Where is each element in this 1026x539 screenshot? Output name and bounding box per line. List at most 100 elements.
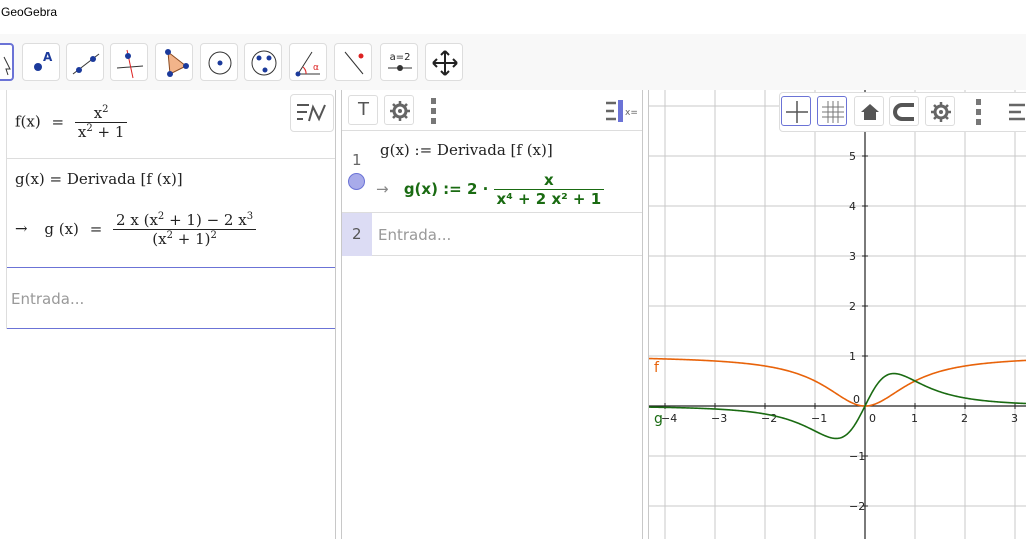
algebra-row1-input[interactable]: g(x) := Derivada [f (x)] [380,141,553,159]
cas-row-2[interactable]: g(x) = Derivada [f (x)] → g (x) = 2 x (x… [7,159,335,268]
cas-row2-eq: = [89,219,103,238]
point-tool-button[interactable]: A [22,43,60,81]
svg-text:α: α [313,63,319,73]
algebra-row-1[interactable]: 1 g(x) := Derivada [f (x)] → g(x) := 2 ·… [342,131,642,213]
y-tick-label: −2 [849,500,865,513]
cas-row2-den-sup: 2 [210,230,217,241]
cas-row2-input[interactable]: g(x) = Derivada [f (x)] [15,170,183,188]
cas-row2-num-a: 2 x [116,211,139,229]
cas-row2-num-b: (x [143,211,158,229]
y-tick-label: 3 [849,250,856,263]
cas-row2-arrow: → [15,219,28,238]
cas-row1-num-sup: 2 [102,104,109,115]
window-title: GeoGebra [1,5,58,19]
graphics-settings-button[interactable] [925,96,955,126]
algebra-settings-button[interactable] [384,95,414,125]
cas-row2-num-sup2: 2 [157,211,165,222]
y-tick-label: 4 [849,200,856,213]
perpendicular-line-tool-icon [116,49,144,79]
more-vertical-icon[interactable] [428,98,438,124]
point-capturing-button[interactable] [889,96,919,126]
cas-row2-lhs: g (x) [44,219,79,238]
move-tool-button[interactable] [0,43,14,81]
algebra-graph-divider[interactable] [642,90,643,539]
more-vertical-icon[interactable] [973,99,983,125]
move-graphics-view-tool-icon [432,50,458,76]
algebra-row1-fraction: x x⁴ + 2 x² + 1 [493,171,605,208]
axes-icon [786,101,808,123]
perpendicular-tool-button[interactable] [110,43,148,81]
circle-tool-button[interactable] [200,43,238,81]
algebra-toggle-icon[interactable]: x= [604,99,640,123]
cas-row1-eq: = [51,112,65,131]
toolbar: A α a=2 [0,34,1026,90]
algebra-row2-number: 2 [352,225,362,243]
cas-row1-lhs: f(x) [15,112,41,131]
graphics-menu-icon[interactable] [1007,101,1026,123]
text-style-button[interactable]: T [348,95,378,125]
f-label: f [654,360,660,376]
algebra-row2-number-cell: 2 [342,213,372,256]
angle-tool-button[interactable]: α [289,43,327,81]
cas-row1-fraction: x2 x2 + 1 [74,104,128,141]
x-tick-label: −4 [661,412,677,425]
y-tick-label: 2 [849,300,856,313]
graph-canvas[interactable]: −4 −3 −2 −1 0 1 2 354321−1−20fg [649,90,1026,539]
algebra-row1-output-lhs: g(x) := 2 · [403,180,489,198]
svg-text:x=: x= [625,108,638,118]
x-tick-label: 3 [1011,412,1018,425]
x-tick-label: 0 [869,412,876,425]
axes-toggle-button[interactable] [781,96,811,126]
slider-tool-button[interactable]: a=2 [380,43,418,81]
cas-algebra-divider[interactable] [335,90,336,539]
algebra-input-field[interactable]: Entrada... [378,226,451,244]
cas-input-row[interactable]: Entrada... [7,268,335,329]
polygon-tool-icon [165,49,189,77]
cas-input-field[interactable]: Entrada... [11,290,84,308]
point-tool-icon: A [34,50,53,71]
svg-text:A: A [43,50,53,64]
cas-row1-den-rest: + 1 [97,123,125,141]
g-label: g [654,411,663,427]
algebra-row1-number: 1 [352,151,362,169]
x-tick-label: −1 [811,412,827,425]
gear-icon [931,102,951,122]
home-icon [861,104,879,120]
gear-icon [390,101,410,121]
cas-row2-den-b: + 1) [177,230,211,248]
title-bar: GeoGebra [0,0,1026,34]
algebra-row1-den: x⁴ + 2 x² + 1 [496,190,602,208]
line-tool-icon [72,53,100,75]
algebra-view: T x= 1 g(x) := Derivada [f (x)] → g(x) :… [342,90,642,539]
slider-label: a=2 [390,52,411,63]
circle-three-points-tool-icon [251,50,277,76]
angle-tool-icon: α [295,51,320,77]
cas-row1-den-sup: 2 [86,123,93,134]
cas-row1-num: x [93,104,103,122]
reflect-tool-button[interactable] [334,43,372,81]
y-tick-label: 5 [849,150,856,163]
reflect-tool-icon [344,51,364,75]
cas-row2-num-sup3: 3 [246,211,254,222]
grid-toggle-button[interactable] [817,96,847,126]
circle-three-points-button[interactable] [244,43,282,81]
cas-view: f(x) = x2 x2 + 1 g(x) = Derivada [f (x)]… [0,90,335,539]
x-tick-label: 1 [911,412,918,425]
cas-row-1[interactable]: f(x) = x2 x2 + 1 [7,90,335,159]
y-tick-label: 1 [849,350,856,363]
standard-view-button[interactable] [854,96,884,126]
algebra-row1-arrow: → [376,180,389,198]
cas-row2-den-a: (x [152,230,167,248]
move-graphics-button[interactable] [425,43,463,81]
move-tool-icon [3,56,11,76]
x-tick-label: 2 [961,412,968,425]
polygon-tool-button[interactable] [155,43,193,81]
algebra-row-2[interactable]: 2 Entrada... [342,213,642,256]
cas-row2-fraction: 2 x (x2 + 1) − 2 x3 (x2 + 1)2 [113,211,257,248]
graphics-view[interactable]: −4 −3 −2 −1 0 1 2 3 5 4 3 2 1 −1 −2 0 f g [649,90,1026,539]
algebra-row1-num: x [493,171,605,190]
visibility-toggle-icon[interactable] [348,173,365,190]
y-tick-label: −1 [849,450,865,463]
magnet-icon [893,103,914,121]
line-tool-button[interactable] [66,43,104,81]
